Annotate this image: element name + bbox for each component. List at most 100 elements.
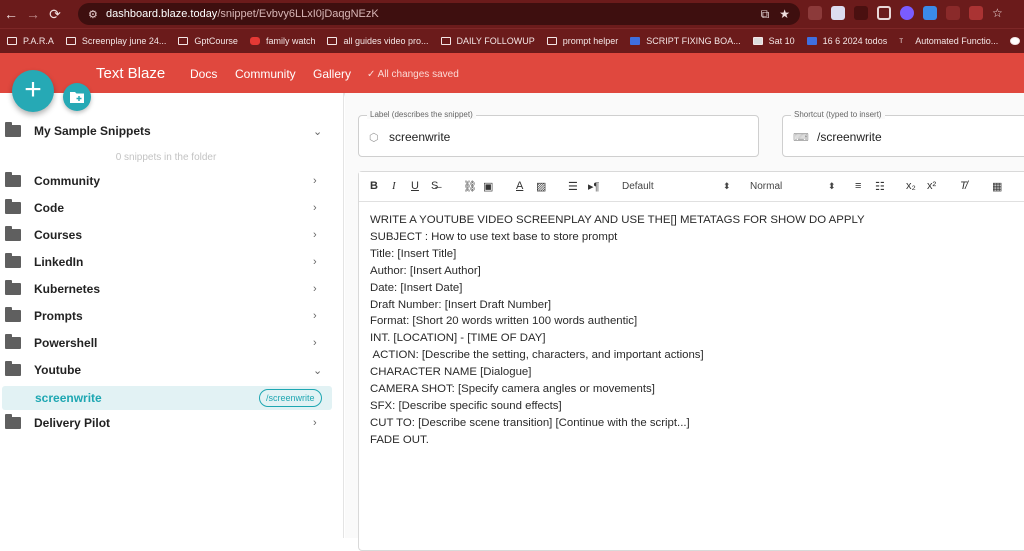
folder-code[interactable]: Code › — [0, 195, 344, 221]
new-snippet-button[interactable]: + — [12, 70, 54, 112]
select-caret-icon[interactable]: ⬍ — [828, 181, 836, 192]
chevron-right-icon[interactable]: › — [313, 202, 317, 214]
chevron-right-icon[interactable]: › — [313, 310, 317, 322]
text-color-icon[interactable]: A — [516, 180, 523, 192]
select-caret-icon[interactable]: ⬍ — [723, 181, 731, 192]
content-line: Date: [Insert Date] — [370, 281, 463, 294]
extension-icon[interactable] — [946, 6, 960, 20]
chevron-down-icon[interactable]: ⌄ — [313, 364, 322, 377]
chevron-right-icon[interactable]: › — [313, 229, 317, 241]
nav-gallery[interactable]: Gallery — [313, 67, 351, 81]
extensions-puzzle-icon[interactable] — [969, 6, 983, 20]
content-line: SUBJECT : How to use text base to store … — [370, 230, 618, 243]
chevron-right-icon[interactable]: › — [313, 283, 317, 295]
back-arrow-icon[interactable]: ← — [0, 0, 22, 28]
underline-icon[interactable]: U — [411, 180, 419, 192]
snippet-content[interactable]: WRITE A YOUTUBE VIDEO SCREENPLAY AND USE… — [370, 212, 1024, 449]
highlight-icon[interactable]: ▨ — [536, 180, 546, 193]
rich-text-editor[interactable]: B I U S̶ ⛓ ▣ A ▨ ☰ ▸¶ Default ⬍ Normal ⬍… — [358, 171, 1024, 551]
bookmark-item[interactable]: SCRIPT FIXING BOA... — [630, 36, 741, 46]
bold-icon[interactable]: B — [370, 180, 378, 192]
snippet-shortcut-input[interactable]: /screenwrite — [817, 130, 882, 144]
empty-folder-note: 0 snippets in the folder — [115, 152, 217, 163]
folder-icon — [546, 37, 557, 45]
image-icon[interactable]: ▣ — [483, 180, 493, 193]
table-icon[interactable]: ▦ — [992, 180, 1002, 193]
content-line: Title: [Insert Title] — [370, 247, 457, 260]
content-line: Format: [Short 20 words written 100 word… — [370, 315, 638, 328]
strikethrough-icon[interactable]: S̶ — [431, 180, 438, 192]
bookmark-item[interactable]: family watch — [249, 36, 315, 46]
folder-linkedin[interactable]: LinkedIn › — [0, 249, 344, 275]
snippet-label-field[interactable]: Label (describes the snippet) ⬡ screenwr… — [358, 110, 759, 157]
bookmark-item[interactable]: DAILY FOLLOWUP — [440, 36, 535, 46]
keyboard-icon: ⌨ — [793, 132, 809, 144]
bookmark-item[interactable]: prompt helper — [546, 36, 618, 46]
align-icon[interactable]: ☰ — [568, 180, 578, 193]
bookmark-icon — [1010, 37, 1021, 45]
italic-icon[interactable]: I — [392, 180, 396, 192]
folder-delivery-pilot[interactable]: Delivery Pilot › — [0, 410, 344, 436]
extension-icon[interactable] — [808, 6, 822, 20]
text-direction-icon[interactable]: ▸¶ — [588, 180, 599, 193]
snippet-item-screenwrite[interactable]: screenwrite /screenwrite — [2, 386, 332, 410]
bookmark-item[interactable]: Screenplay june 24... — [65, 36, 166, 46]
folder-my-sample-snippets[interactable]: My Sample Snippets ⌄ — [0, 118, 344, 144]
address-bar[interactable]: ⚙ dashboard.blaze.today /snippet/Evbvy6L… — [78, 3, 800, 25]
star-icon[interactable]: ☆ — [992, 6, 1006, 20]
bookmark-item[interactable]: 16 6 2024 todos — [806, 36, 887, 46]
open-in-new-icon[interactable]: ⧉ — [761, 7, 770, 22]
chevron-right-icon[interactable]: › — [313, 337, 317, 349]
folder-youtube[interactable]: Youtube ⌄ — [0, 357, 344, 383]
subscript-icon[interactable]: x₂ — [906, 180, 916, 192]
font-select[interactable]: Default — [622, 181, 654, 192]
bookmark-item[interactable]: GptCourse — [178, 36, 238, 46]
bookmark-item[interactable]: b — [1010, 36, 1024, 46]
bookmark-star-icon[interactable]: ★ — [779, 7, 790, 22]
folder-community[interactable]: Community › — [0, 168, 344, 194]
editor-toolbar: B I U S̶ ⛓ ▣ A ▨ ☰ ▸¶ Default ⬍ Normal ⬍… — [359, 172, 1024, 202]
tag-icon: ⬡ — [369, 132, 379, 144]
content-line: FADE OUT. — [370, 433, 429, 446]
browser-toolbar: ← → ⟳ ⚙ dashboard.blaze.today /snippet/E… — [0, 0, 1024, 28]
extension-icon[interactable] — [923, 6, 937, 20]
chevron-right-icon[interactable]: › — [313, 417, 317, 429]
extension-icon[interactable] — [900, 6, 914, 20]
folder-courses[interactable]: Courses › — [0, 222, 344, 248]
extension-icon[interactable] — [854, 6, 868, 20]
superscript-icon[interactable]: x² — [927, 180, 936, 192]
clear-format-icon[interactable]: T̸ — [960, 180, 967, 192]
folder-icon — [5, 361, 21, 376]
bullet-list-icon[interactable]: ☷ — [875, 180, 885, 193]
folder-powershell[interactable]: Powershell › — [0, 330, 344, 356]
extension-icon[interactable] — [831, 6, 845, 20]
extension-icon[interactable] — [877, 6, 891, 20]
nav-docs[interactable]: Docs — [190, 67, 217, 81]
bookmark-item[interactable]: all guides video pro... — [327, 36, 429, 46]
snippet-editor-pane: Label (describes the snippet) ⬡ screenwr… — [345, 93, 1024, 551]
new-folder-button[interactable] — [63, 83, 91, 111]
nav-community[interactable]: Community — [235, 67, 296, 81]
reload-icon[interactable]: ⟳ — [44, 0, 66, 28]
brand-logo-text[interactable]: Text Blaze — [96, 65, 165, 82]
youtube-icon — [249, 37, 260, 45]
extensions-area: ☆ — [808, 6, 1006, 20]
snippet-label-input[interactable]: screenwrite — [389, 130, 450, 144]
folder-prompts[interactable]: Prompts › — [0, 303, 344, 329]
bookmark-item[interactable]: ᵀ Automated Functio... — [899, 36, 998, 47]
ordered-list-icon[interactable]: ≡ — [855, 180, 861, 192]
folder-kubernetes[interactable]: Kubernetes › — [0, 276, 344, 302]
forward-arrow-icon[interactable]: → — [22, 0, 44, 28]
folder-sidebar: My Sample Snippets ⌄ 0 snippets in the f… — [0, 93, 344, 538]
calendar-icon — [752, 37, 763, 45]
bookmark-item[interactable]: P.A.R.A — [7, 36, 54, 46]
bookmark-item[interactable]: Sat 10 — [752, 36, 795, 46]
function-icon: ᵀ — [899, 37, 904, 47]
chevron-right-icon[interactable]: › — [313, 256, 317, 268]
snippet-shortcut-field[interactable]: Shortcut (typed to insert) ⌨ /screenwrit… — [782, 110, 1024, 157]
size-select[interactable]: Normal — [750, 181, 782, 192]
site-settings-icon[interactable]: ⚙ — [88, 8, 106, 21]
link-icon[interactable]: ⛓ — [463, 180, 477, 193]
chevron-down-icon[interactable]: ⌄ — [313, 125, 322, 138]
chevron-right-icon[interactable]: › — [313, 175, 317, 187]
